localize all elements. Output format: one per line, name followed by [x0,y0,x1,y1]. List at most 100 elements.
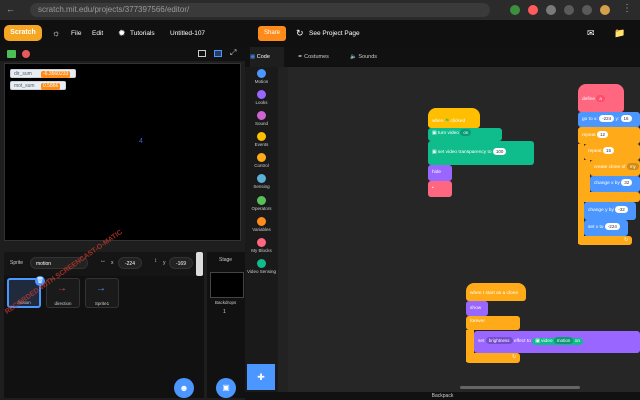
category-control[interactable]: Control [245,153,278,168]
extension-icon[interactable] [564,5,574,15]
tab-costumes[interactable]: ✒ Costumes [298,47,329,67]
profile-avatar[interactable] [600,5,610,15]
category-sensing[interactable]: Sensing [245,174,278,189]
inner-repeat-block[interactable]: repeat 15 [584,144,640,160]
small-stage-icon[interactable] [198,50,206,57]
video-attribute-dropdown[interactable]: motion [553,337,574,345]
mail-icon[interactable]: ✉ [587,20,595,47]
project-page-icon[interactable]: ↻ [296,20,304,47]
tutorials-icon[interactable]: ✹ [118,20,126,47]
tab-sounds[interactable]: 🔈 Sounds [350,47,377,67]
folder-icon[interactable]: 📁 [614,20,625,47]
scratch-logo[interactable]: Scratch [4,25,42,41]
video-icon: ▣ [535,339,540,344]
menubar: Scratch ☼ File Edit ✹ Tutorials Untitled… [0,20,640,47]
category-sound[interactable]: Sound [245,111,278,126]
fullscreen-icon[interactable]: ⤢ [230,48,236,58]
define-param[interactable]: a [596,95,605,103]
x-label: x [111,260,114,266]
add-backdrop-button[interactable]: ▣ [216,378,236,398]
when-flag-clicked-block[interactable]: when ⚑ clicked [428,108,480,128]
change-y-input[interactable]: -32 [615,206,628,214]
stage-thumbnail[interactable] [210,272,244,298]
category-variables[interactable]: Variables [245,217,278,232]
forever-block[interactable]: forever [466,316,520,330]
category-my-blocks[interactable]: My Blocks [245,238,278,253]
create-clone-block[interactable]: create clone of my [590,160,640,176]
backdrops-label: Backdrops [215,300,237,305]
y-input[interactable]: -169 [169,257,193,269]
change-y-block[interactable]: change y by -32 [584,202,636,220]
edit-menu[interactable]: Edit [92,20,103,47]
change-x-block[interactable]: change x by 32 [590,176,640,192]
custom-block-call[interactable]: • [428,181,452,197]
sprite-tile[interactable]: → Sprite1 [85,278,119,308]
inner-repeat-count-input[interactable]: 15 [602,147,614,155]
monitor-value: 0.5866 [41,83,61,90]
tab-code[interactable]: ▦ Code [250,47,284,67]
tutorials-menu[interactable]: Tutorials [130,20,155,47]
extension-icon[interactable] [582,5,592,15]
go-to-y-input[interactable]: 16 [620,115,632,123]
sprite-name: Sprite1 [94,301,110,306]
category-motion[interactable]: Motion [245,69,278,84]
variable-monitor[interactable]: dir_sum -6.3660233 [10,69,76,78]
block-flyout [278,67,288,400]
clone-target-dropdown[interactable]: my [626,163,639,171]
add-sprite-button[interactable]: ☻ [174,378,194,398]
scrollbar[interactable] [196,252,203,276]
define-block[interactable]: define a [578,84,624,112]
repeat-block-bottom: ↻ [578,236,632,245]
repeat-count-input[interactable]: 12 [596,131,608,139]
extension-icon[interactable] [546,5,556,15]
sprite-label: Sprite [10,260,24,266]
share-button[interactable]: Share [258,26,286,41]
extension-icon[interactable] [528,5,538,15]
stage-canvas[interactable]: dir_sum -6.3660233 mot_sum 0.5866 4 [4,63,241,241]
go-to-x-input[interactable]: -224 [599,115,615,123]
variable-monitor[interactable]: mot_sum 0.5866 [10,81,66,90]
more-menu-icon[interactable]: ⋮ [622,3,632,14]
sprite-info-panel: Sprite motion ↔ x -224 ↕ y -169 [4,252,204,276]
effect-dropdown[interactable]: brightness [485,337,513,345]
go-to-xy-block[interactable]: go to x: -224 y: 16 [578,112,640,127]
arrow-costume: → [96,283,106,294]
x-input[interactable]: -224 [118,257,142,269]
set-effect-block[interactable]: set brightness effect to ▣ video motion … [474,331,640,353]
repeat-block[interactable]: repeat 12 [578,127,640,144]
green-flag-icon: ⚑ [444,119,450,124]
add-extension-button[interactable]: ✚ [247,364,275,390]
show-block[interactable]: show [466,301,488,316]
category-events[interactable]: Events [245,132,278,147]
forever-block-bottom: ↻ [466,353,520,363]
turn-video-block[interactable]: ▣ turn video on [428,128,502,141]
extension-icon[interactable] [510,5,520,15]
browser-toolbar: ← scratch.mit.edu/projects/377397566/edi… [0,0,640,20]
transparency-input[interactable]: 100 [492,148,507,156]
arrow-costume: → [57,283,67,294]
set-x-block[interactable]: set x to -224 [584,220,628,236]
back-icon[interactable]: ← [6,4,15,14]
globe-icon[interactable]: ☼ [52,20,60,47]
large-stage-icon[interactable] [214,50,222,57]
file-menu[interactable]: File [71,20,81,47]
project-title-field[interactable]: Untitled-107 [170,20,205,47]
speaker-icon: 🔈 [350,54,357,60]
backpack-bar[interactable]: Backpack [245,392,640,400]
when-start-as-clone-block[interactable]: when I start as a clone [466,283,526,301]
see-project-page-button[interactable]: See Project Page [309,20,360,47]
set-transparency-block[interactable]: ▣ set video transparency to 100 [428,141,534,165]
set-x-input[interactable]: -224 [604,223,620,231]
green-flag-icon[interactable] [7,50,16,58]
stage-pane: Stage Backdrops 1 ▣ [207,252,245,398]
video-state-dropdown[interactable]: on [460,129,472,137]
category-video-sensing[interactable]: Video Sensing [245,259,278,274]
address-bar[interactable]: scratch.mit.edu/projects/377397566/edito… [30,3,490,17]
category-operators[interactable]: Operators [245,196,278,211]
video-sensing-reporter[interactable]: ▣ video motion on [532,337,584,345]
stop-icon[interactable] [22,50,30,58]
workspace-scrollbar[interactable] [460,386,580,389]
change-x-input[interactable]: 32 [621,179,633,187]
category-looks[interactable]: Looks [245,90,278,105]
hide-block[interactable]: hide [428,165,452,181]
